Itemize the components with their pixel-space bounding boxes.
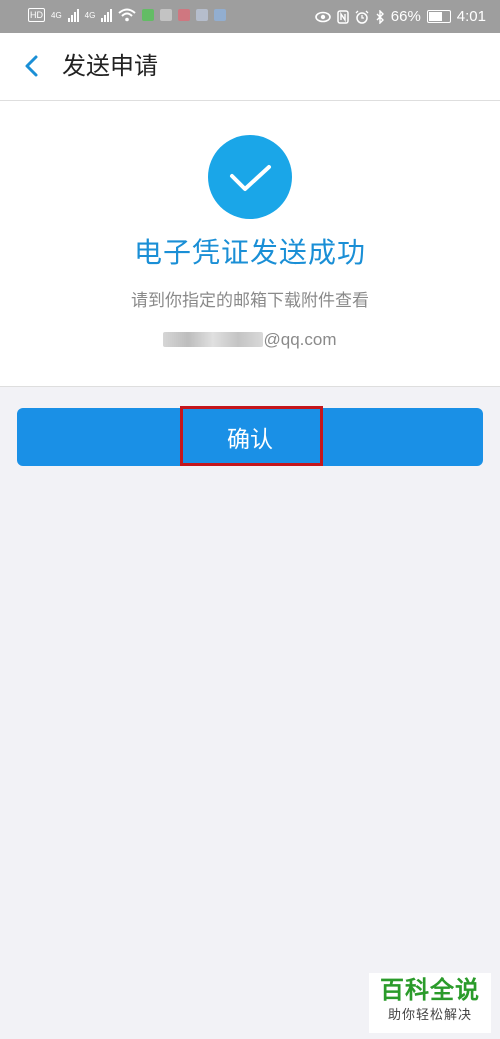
alarm-icon (355, 10, 369, 24)
checkmark-icon (230, 165, 271, 191)
result-card: 电子凭证发送成功 请到你指定的邮箱下载附件查看 @qq.com (0, 101, 500, 387)
page-title: 发送申请 (62, 52, 158, 80)
network-type-2: 4G (84, 10, 96, 20)
masked-email-user (163, 332, 264, 347)
status-bar-left: HD 4G 4G (28, 8, 227, 22)
notification-icon (142, 9, 155, 21)
watermark: 百科全说 助你轻松解决 (369, 973, 491, 1033)
clock: 4:01 (456, 8, 486, 25)
notification-icon (178, 9, 191, 21)
eye-icon (314, 11, 331, 22)
nfc-icon (337, 9, 349, 24)
back-icon[interactable] (18, 51, 48, 81)
status-bar: HD 4G 4G 66% 4:01 (0, 0, 500, 33)
wifi-icon (118, 8, 137, 22)
success-title: 电子凭证发送成功 (133, 236, 366, 269)
hd-badge: HD (28, 8, 45, 22)
notification-icon (160, 9, 173, 21)
bluetooth-icon (376, 9, 384, 24)
signal-icon (101, 8, 113, 22)
watermark-title: 百科全说 (380, 976, 480, 1004)
status-bar-right: 66% 4:01 (314, 8, 486, 25)
header: 发送申请 (0, 33, 500, 101)
download-hint: 请到你指定的邮箱下载附件查看 (131, 291, 369, 311)
notification-icon (196, 9, 209, 21)
success-icon (208, 135, 292, 219)
battery-percent: 66% (390, 8, 421, 25)
email-address: @qq.com (0, 328, 500, 352)
notification-icon (214, 9, 227, 21)
signal-icon (67, 8, 79, 22)
confirm-button[interactable]: 确认 (17, 408, 483, 466)
watermark-subtitle: 助你轻松解决 (387, 1008, 472, 1023)
battery-icon (426, 10, 451, 23)
network-type-1: 4G (51, 10, 62, 20)
email-domain: @qq.com (263, 330, 337, 349)
